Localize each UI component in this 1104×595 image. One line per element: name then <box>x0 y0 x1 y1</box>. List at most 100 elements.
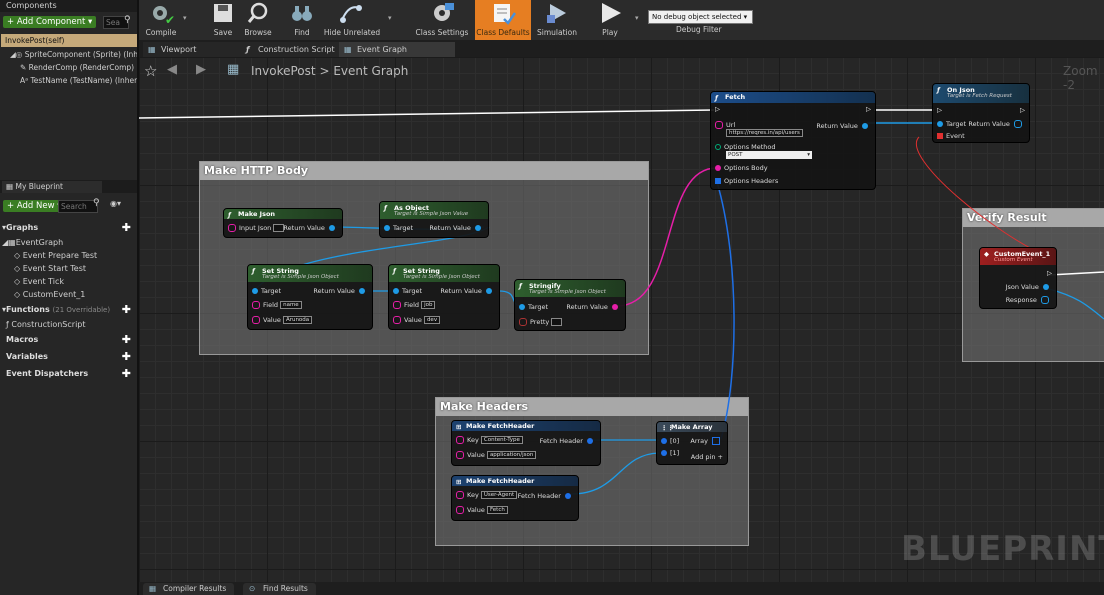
event-graph-item[interactable]: ◢▦EventGraph <box>0 236 137 249</box>
target-pin[interactable]: Target <box>937 120 966 128</box>
compile-options-icon[interactable]: ▾ <box>183 14 187 22</box>
tab-event-graph[interactable]: ▦ Event Graph <box>339 42 455 57</box>
key-value[interactable]: Content-Type <box>480 436 523 444</box>
value-pin[interactable]: Value Arunoda <box>252 316 313 324</box>
search-icon[interactable]: ⚲ <box>124 15 131 25</box>
field-value[interactable]: job <box>421 301 436 309</box>
add-graph-icon[interactable]: ✚ <box>122 219 131 236</box>
fetch-header-pin[interactable]: Fetch Header <box>540 437 596 445</box>
save-button[interactable]: Save <box>207 0 239 40</box>
component-item[interactable]: ✎ RenderComp (RenderComp) ( <box>0 61 137 74</box>
debug-object-select[interactable]: No debug object selected ▾ <box>648 10 753 24</box>
array-out-pin[interactable]: Array <box>690 437 723 445</box>
event-pin[interactable]: Event <box>937 132 965 140</box>
pretty-pin[interactable]: Pretty <box>519 318 563 326</box>
event-item[interactable]: ◇ Event Tick <box>0 275 137 288</box>
target-pin[interactable]: Target <box>393 287 422 295</box>
tab-find-results[interactable]: ⊙ Find Results <box>243 583 316 595</box>
add-variable-icon[interactable]: ✚ <box>122 348 131 365</box>
component-item[interactable]: Aᵃ TestName (TestName) (Inher <box>0 74 137 87</box>
field-value[interactable]: name <box>280 301 302 309</box>
blueprint-search-input[interactable]: Search <box>58 200 98 213</box>
simulation-button[interactable]: Simulation <box>534 0 580 40</box>
return-value-pin[interactable]: Return Value <box>816 122 871 130</box>
value-value[interactable]: dev <box>423 316 441 324</box>
field-pin[interactable]: Field name <box>252 301 302 309</box>
return-value-pin[interactable]: Return Value <box>566 303 621 311</box>
add-function-icon[interactable]: ✚ <box>122 301 131 318</box>
find-button[interactable]: Find <box>287 0 317 40</box>
add-pin-button[interactable]: Add pin + <box>691 453 723 461</box>
construction-script-item[interactable]: ƒ ConstructionScript <box>0 318 137 331</box>
exec-in-pin[interactable]: ▷ <box>715 105 720 113</box>
graph-canvas[interactable]: ☆ ◀ ▶ ▦ InvokePost > Event Graph Zoom -2… <box>139 57 1104 582</box>
eye-icon[interactable]: ◉▾ <box>110 199 121 208</box>
component-item[interactable]: ◢◎ SpriteComponent (Sprite) (Inhe <box>0 48 137 61</box>
functions-category[interactable]: ▾Functions (21 Overridable) ✚ <box>0 301 137 318</box>
add-new-button[interactable]: + Add New ▾ <box>3 200 66 212</box>
class-settings-button[interactable]: Class Settings <box>414 0 470 40</box>
json-value-pin[interactable]: Json Value <box>1006 283 1052 291</box>
variables-category[interactable]: Variables ✚ <box>0 348 137 365</box>
target-pin[interactable]: Target <box>384 224 413 232</box>
node-make-fetch-header-user-agent[interactable]: ⊞ Make FetchHeader Key User-Agent Fetch H… <box>451 475 579 521</box>
target-pin[interactable]: Target <box>519 303 548 311</box>
array-in1-pin[interactable]: [1] <box>661 449 679 457</box>
url-input[interactable]: https://reqres.in/api/users <box>726 129 803 137</box>
options-body-pin[interactable]: Options Body <box>715 164 768 172</box>
hide-unrelated-options-icon[interactable]: ▾ <box>388 14 392 22</box>
value-pin[interactable]: Value dev <box>393 316 441 324</box>
value-value[interactable]: application/json <box>486 451 537 459</box>
return-value-pin[interactable]: Return Value <box>429 224 484 232</box>
node-set-string-name[interactable]: ƒ Set String Target is Simple Json Object … <box>247 264 373 330</box>
options-method-pin[interactable]: Options Method <box>715 143 776 151</box>
graphs-category[interactable]: ▾Graphs ✚ <box>0 219 137 236</box>
field-pin[interactable]: Field job <box>393 301 436 309</box>
tab-viewport[interactable]: ▦ Viewport <box>143 42 241 57</box>
add-component-button[interactable]: + Add Component ▾ <box>3 16 97 28</box>
browse-button[interactable]: Browse <box>239 0 277 40</box>
event-item[interactable]: ◇ Event Start Test <box>0 262 137 275</box>
key-pin[interactable]: Key Content-Type <box>456 436 523 444</box>
array-in0-pin[interactable]: [0] <box>661 437 679 445</box>
node-custom-event[interactable]: ◆ CustomEvent_1 Custom Event ▷ Json Value … <box>979 247 1057 309</box>
return-value-pin[interactable]: Return Value <box>313 287 368 295</box>
key-value[interactable]: User-Agent <box>480 491 518 499</box>
value-pin[interactable]: Value Fetch <box>456 506 508 514</box>
my-blueprint-tab[interactable]: ▦ My Blueprint <box>2 181 102 193</box>
options-headers-pin[interactable]: Options Headers <box>715 177 778 185</box>
class-defaults-button[interactable]: Class Defaults <box>475 0 531 40</box>
target-pin[interactable]: Target <box>252 287 281 295</box>
node-set-string-job[interactable]: ƒ Set String Target is Simple Json Object … <box>388 264 500 330</box>
macros-category[interactable]: Macros ✚ <box>0 331 137 348</box>
node-stringify[interactable]: ƒ Stringify Target is Simple Json Object T… <box>514 279 626 331</box>
node-fetch[interactable]: ƒ Fetch ▷ ▷ Url https://reqres.in/api/use… <box>710 91 876 190</box>
exec-out-pin[interactable]: ▷ <box>1020 106 1025 114</box>
node-make-json[interactable]: ƒ Make Json Input Json Return Value <box>223 208 343 238</box>
url-value[interactable]: https://reqres.in/api/users <box>726 129 803 137</box>
value-value[interactable]: Fetch <box>486 506 508 514</box>
value-pin[interactable]: Value application/json <box>456 451 537 459</box>
add-macro-icon[interactable]: ✚ <box>122 331 131 348</box>
return-value-pin[interactable]: Return Value <box>968 120 1025 128</box>
play-button[interactable]: Play <box>594 0 626 40</box>
add-dispatcher-icon[interactable]: ✚ <box>122 365 131 382</box>
component-root[interactable]: InvokePost(self) <box>1 34 137 47</box>
hide-unrelated-button[interactable]: Hide Unrelated <box>322 0 382 40</box>
fetch-header-pin[interactable]: Fetch Header <box>518 492 574 500</box>
node-make-fetch-header-content-type[interactable]: ⊞ Make FetchHeader Key Content-Type Fetch… <box>451 420 601 466</box>
compile-button[interactable]: ✔ Compile <box>139 0 183 40</box>
pretty-checkbox[interactable] <box>551 318 563 326</box>
node-on-json[interactable]: ƒ On Json Target is Fetch Request ▷ ▷ Targ… <box>932 83 1030 143</box>
event-dispatchers-category[interactable]: Event Dispatchers ✚ <box>0 365 137 382</box>
search-icon[interactable]: ⚲ <box>93 198 100 208</box>
method-select[interactable]: POST ▾ <box>726 151 812 159</box>
url-pin[interactable]: Url <box>715 121 735 129</box>
exec-out-pin[interactable]: ▷ <box>1047 269 1052 277</box>
tab-compiler-results[interactable]: ▦ Compiler Results <box>143 583 235 595</box>
node-make-array[interactable]: ⋮⋮ Make Array [0] Array [1] Add pin + <box>656 421 728 465</box>
node-as-object[interactable]: ƒ As Object Target is Simple Json Value Ta… <box>379 201 489 238</box>
exec-in-pin[interactable]: ▷ <box>937 106 942 114</box>
input-json-pin[interactable]: Input Json <box>228 224 285 232</box>
tab-construction-script[interactable]: ƒ Construction Script <box>240 42 348 57</box>
